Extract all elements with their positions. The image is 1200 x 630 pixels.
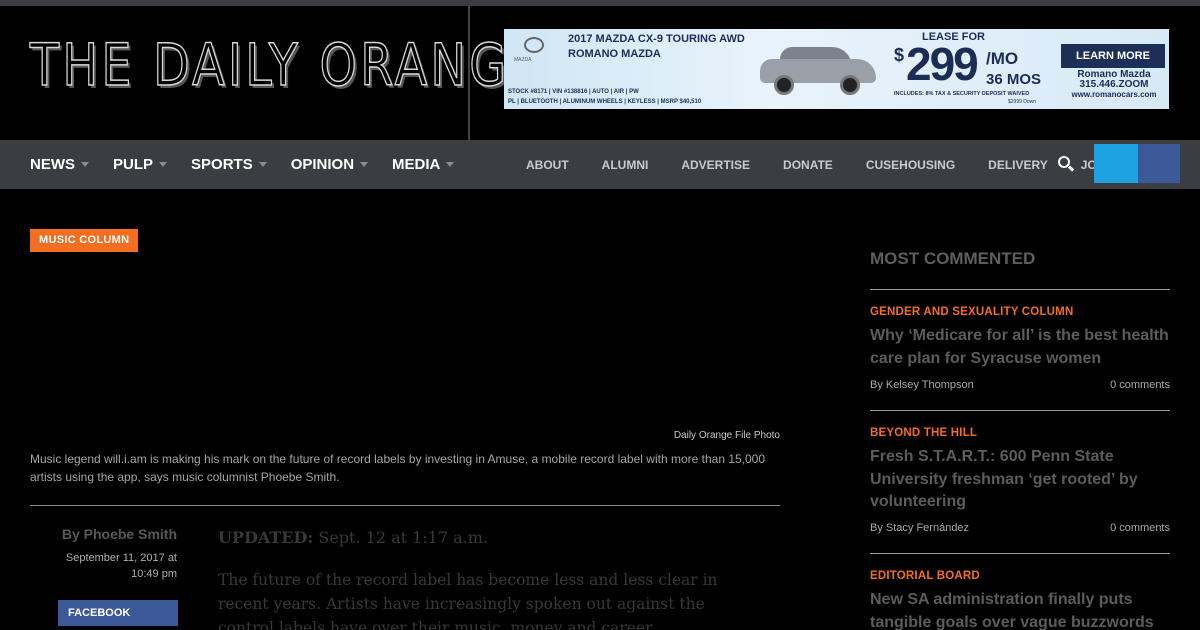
nav-link-donate[interactable]: DONATE [783, 158, 833, 172]
nav-item-news[interactable]: NEWS [30, 156, 89, 173]
nav-link-about[interactable]: ABOUT [526, 158, 569, 172]
update-label: UPDATED: [218, 528, 314, 547]
nav-link-advertise[interactable]: ADVERTISE [681, 158, 750, 172]
banner-ad[interactable]: MAZDA 2017 MAZDA CX-9 TOURING AWD ROMANO… [504, 29, 1169, 109]
update-time: Sept. 12 at 1:17 a.m. [318, 528, 489, 547]
sidebar-item-author[interactable]: By Stacy Fernández [870, 522, 969, 534]
header-divider [468, 6, 470, 140]
nav-link-alumni[interactable]: ALUMNI [602, 158, 649, 172]
ad-dealer-site: www.romanocars.com [1071, 90, 1157, 99]
site-logo[interactable]: THE DAILY ORANGE [29, 35, 543, 95]
sidebar-item-headline[interactable]: New SA administration finally puts tangi… [870, 589, 1170, 630]
ad-specs: PL | BLUETOOTH | ALUMINUM WHEELS | KEYLE… [508, 99, 702, 105]
ad-dollar-sign: $ [894, 45, 905, 65]
ad-price: 299 [906, 38, 979, 90]
nav-item-pulp[interactable]: PULP [113, 156, 168, 173]
site-header: THE DAILY ORANGE MAZDA 2017 MAZDA CX-9 T… [0, 6, 1200, 140]
nav-item-media[interactable]: MEDIA [392, 156, 455, 173]
sidebar-item-category[interactable]: EDITORIAL BOARD [870, 570, 980, 582]
main-navigation: NEWS PULP SPORTS OPINION MEDIA ABOUT ALU… [0, 140, 1200, 189]
divider [30, 505, 780, 506]
article-date: September 11, 2017 at 10:49 pm [65, 552, 177, 580]
caret-down-icon [258, 162, 267, 167]
ad-learn-more-button[interactable]: LEARN MORE [1061, 44, 1165, 68]
sidebar-item-headline[interactable]: Why ‘Medicare for all’ is the best healt… [870, 325, 1170, 370]
ad-dealer-title: ROMANO MAZDA [568, 48, 661, 60]
photo-caption: Music legend will.i.am is making his mar… [30, 452, 766, 484]
ad-includes: INCLUDES: 8% TAX & SECURITY DEPOSIT WAIV… [894, 91, 1030, 97]
ad-stock: STOCK #8171 | VIN #138816 | AUTO | AIR |… [508, 89, 639, 95]
update-notice: UPDATED: Sept. 12 at 1:17 a.m. [218, 528, 488, 547]
mazda-logo-icon: MAZDA [510, 35, 562, 65]
search-icon[interactable] [1058, 156, 1075, 172]
nav-label: SPORTS [191, 156, 253, 173]
sidebar-item-category[interactable]: BEYOND THE HILL [870, 427, 977, 439]
share-facebook-button[interactable]: FACEBOOK [58, 600, 178, 626]
ad-term: 36 MOS [986, 71, 1042, 88]
ad-dealer-info: Romano Mazda 315.446.ZOOM www.romanocars… [1062, 70, 1166, 100]
nav-label: NEWS [30, 156, 75, 173]
nav-label: OPINION [290, 156, 355, 173]
sidebar-item-comments[interactable]: 0 comments [1020, 379, 1170, 391]
caret-down-icon [159, 162, 168, 167]
twitter-icon[interactable] [1094, 144, 1138, 183]
ad-title: 2017 MAZDA CX-9 TOURING AWD [568, 33, 745, 45]
caret-down-icon [81, 162, 89, 167]
divider [870, 553, 1170, 554]
sidebar-item-headline[interactable]: Fresh S.T.A.R.T.: 600 Penn State Univers… [870, 446, 1170, 514]
ad-dealer-phone: 315.446.ZOOM [1079, 79, 1149, 90]
section-menu: NEWS PULP SPORTS OPINION MEDIA [30, 140, 478, 189]
nav-item-opinion[interactable]: OPINION [290, 156, 369, 173]
sidebar-item-comments[interactable]: 0 comments [1020, 522, 1170, 534]
nav-label: MEDIA [392, 156, 441, 173]
nav-label: PULP [113, 156, 154, 173]
ad-per-month: /MO [986, 49, 1019, 68]
ad-down-payment: $2999 Down [1008, 99, 1037, 105]
divider [870, 289, 1170, 290]
article-body: The future of the record label has becom… [218, 571, 718, 630]
caret-down-icon [446, 162, 455, 167]
sidebar-item-author[interactable]: By Kelsey Thompson [870, 379, 974, 391]
ad-brand: MAZDA [514, 57, 532, 63]
secondary-menu: ABOUT ALUMNI ADVERTISE DONATE CUSEHOUSIN… [526, 140, 1146, 189]
divider [870, 410, 1170, 411]
caret-down-icon [360, 162, 369, 167]
facebook-icon[interactable] [1138, 144, 1180, 183]
sidebar-title: MOST COMMENTED [870, 249, 1036, 268]
car-image [760, 43, 876, 95]
article-category-tag[interactable]: MUSIC COLUMN [30, 229, 139, 252]
article-byline[interactable]: By Phoebe Smith [30, 526, 177, 542]
nav-link-delivery[interactable]: DELIVERY [988, 158, 1048, 172]
nav-link-cusehousing[interactable]: CUSEHOUSING [866, 158, 955, 172]
photo-credit: Daily Orange File Photo [673, 430, 780, 441]
nav-item-sports[interactable]: SPORTS [191, 156, 267, 173]
sidebar-item-category[interactable]: GENDER AND SEXUALITY COLUMN [870, 306, 1073, 318]
